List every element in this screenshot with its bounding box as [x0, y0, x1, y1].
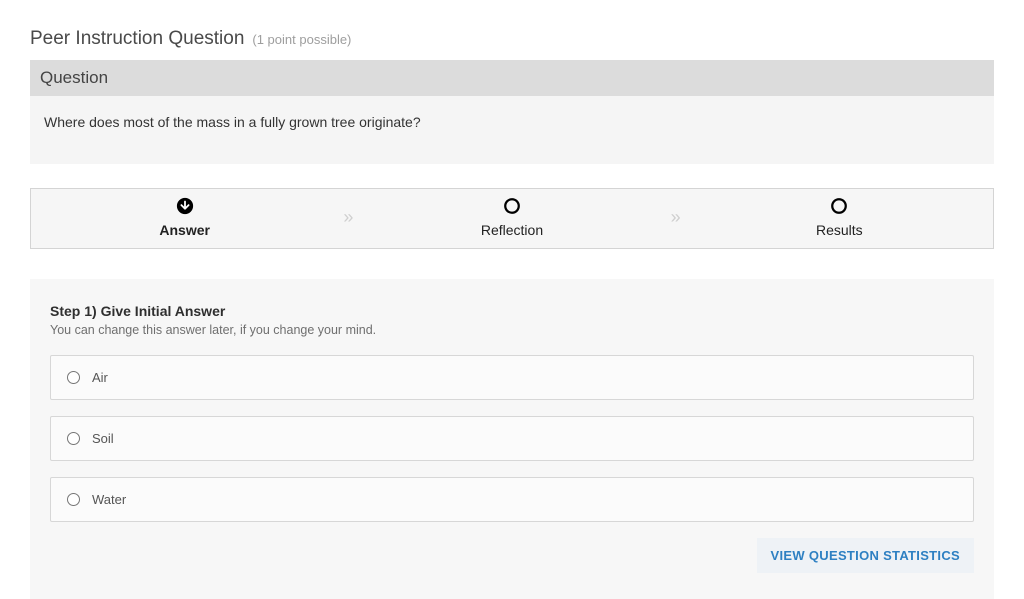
step-label: Reflection	[358, 222, 665, 238]
choice-radio[interactable]	[67, 432, 80, 445]
page-title: Peer Instruction Question	[30, 28, 244, 50]
step-title: Step 1) Give Initial Answer	[50, 303, 974, 319]
stepper: Answer » Reflection » Results	[30, 188, 994, 249]
step-hint: You can change this answer later, if you…	[50, 323, 974, 337]
question-block: Question Where does most of the mass in …	[30, 60, 994, 164]
chevron-right-icon: »	[338, 207, 358, 228]
step-label: Answer	[31, 222, 338, 238]
choice-option[interactable]: Soil	[50, 416, 974, 461]
step-answer[interactable]: Answer	[31, 197, 338, 238]
step-reflection[interactable]: Reflection	[358, 197, 665, 238]
choice-radio[interactable]	[67, 371, 80, 384]
choice-option[interactable]: Air	[50, 355, 974, 400]
answer-panel: Step 1) Give Initial Answer You can chan…	[30, 279, 994, 599]
circle-outline-icon	[830, 197, 848, 215]
points-possible: (1 point possible)	[252, 32, 351, 47]
page: Peer Instruction Question (1 point possi…	[0, 0, 1024, 599]
step-label: Results	[686, 222, 993, 238]
choice-label: Air	[92, 370, 108, 385]
stats-row: VIEW QUESTION STATISTICS	[50, 538, 974, 573]
circle-outline-icon	[503, 197, 521, 215]
choice-radio[interactable]	[67, 493, 80, 506]
question-text: Where does most of the mass in a fully g…	[30, 96, 994, 164]
view-statistics-button[interactable]: VIEW QUESTION STATISTICS	[757, 538, 974, 573]
chevron-right-icon: »	[666, 207, 686, 228]
choice-label: Soil	[92, 431, 114, 446]
step-results[interactable]: Results	[686, 197, 993, 238]
title-row: Peer Instruction Question (1 point possi…	[30, 28, 994, 50]
question-section-label: Question	[30, 60, 994, 96]
choice-label: Water	[92, 492, 126, 507]
circle-down-arrow-icon	[176, 197, 194, 215]
choice-option[interactable]: Water	[50, 477, 974, 522]
